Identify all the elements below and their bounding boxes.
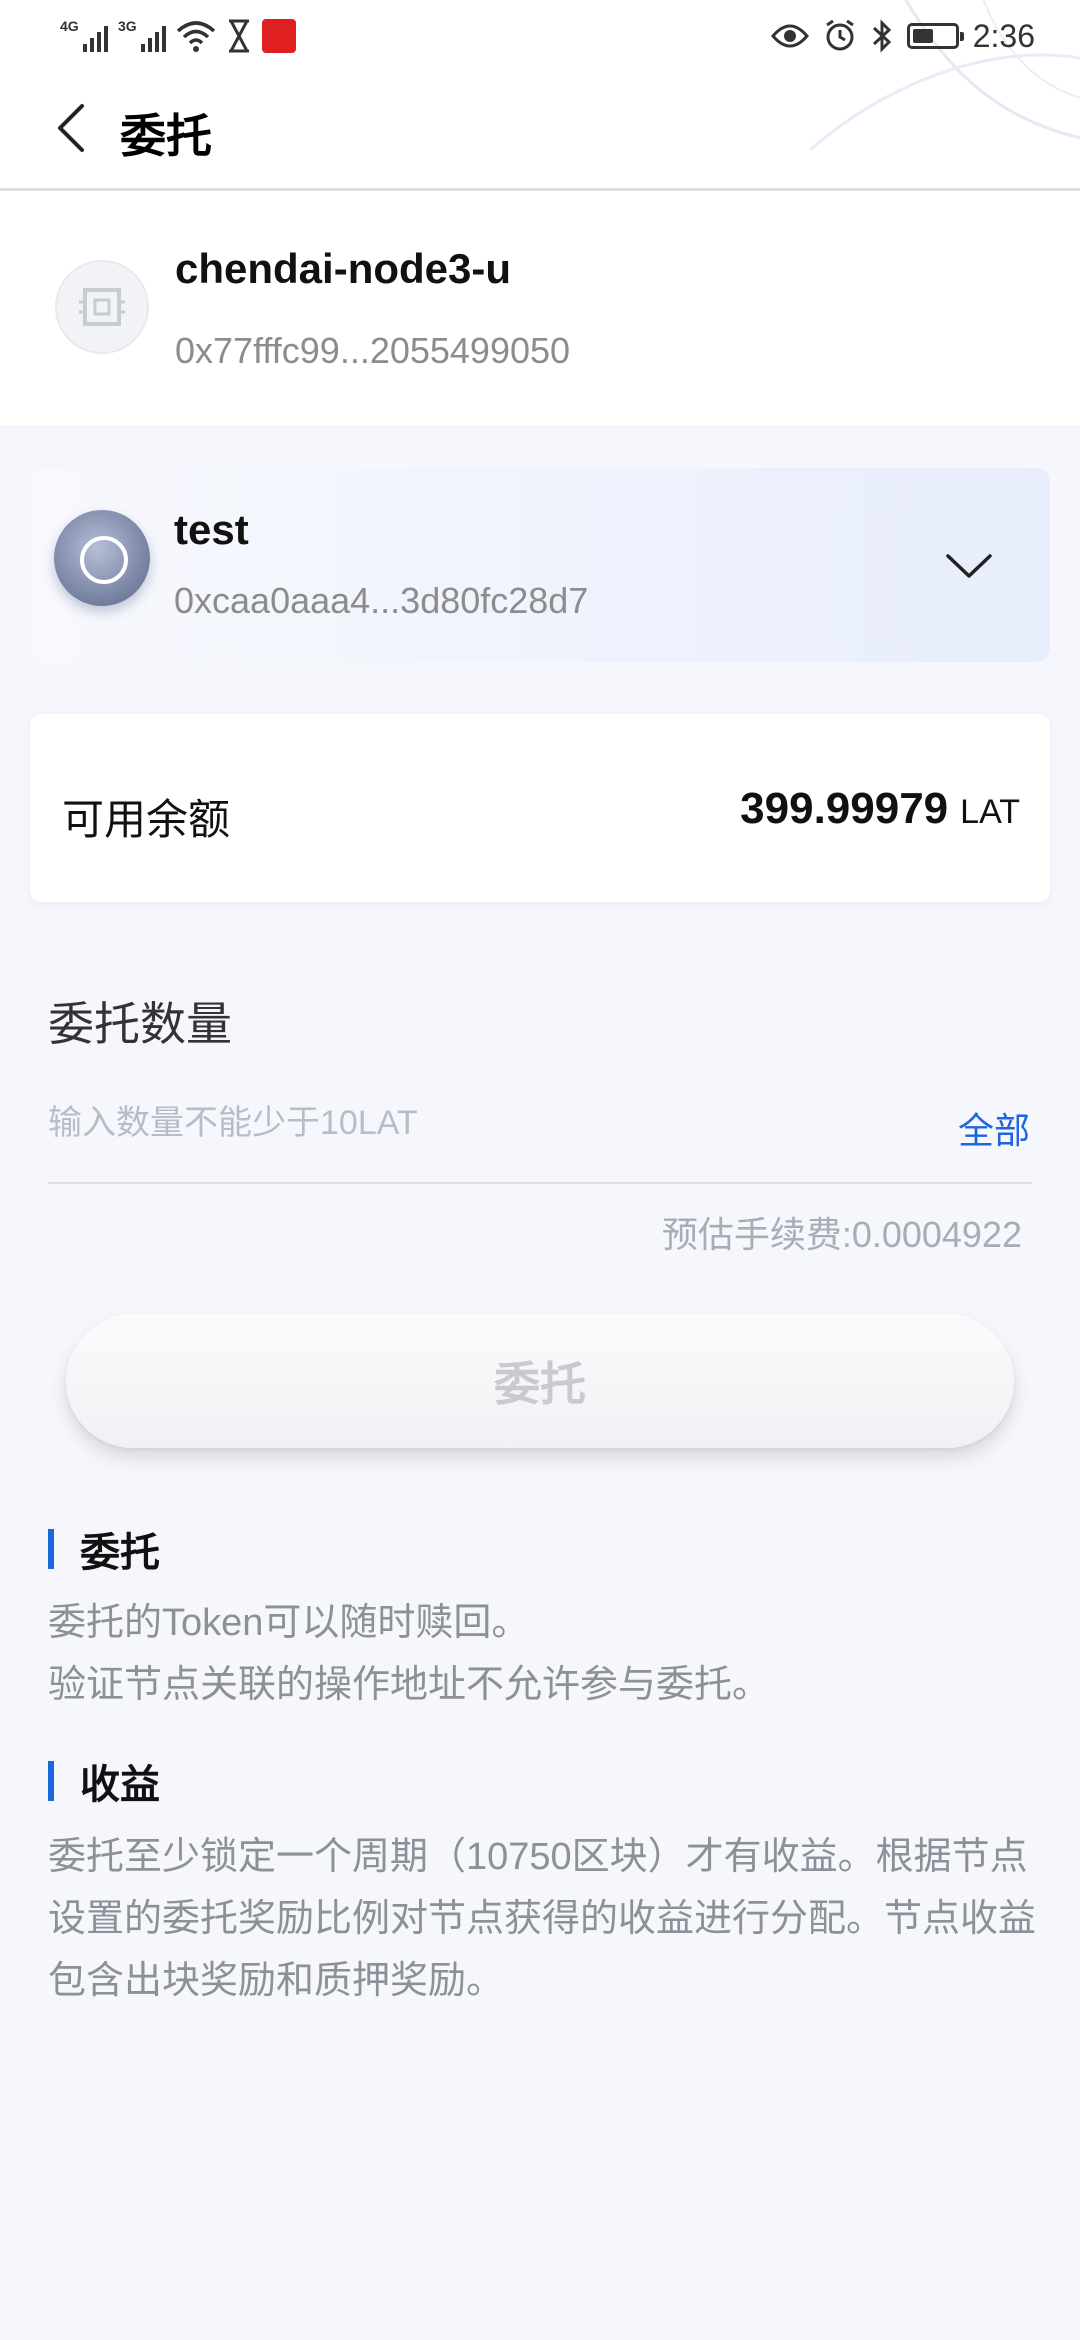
note-heading-delegate: 委托 <box>48 1520 160 1578</box>
app-badge-icon <box>262 19 296 53</box>
note-title: 收益 <box>80 1763 160 1807</box>
balance-value: 399.99979 LAT <box>740 784 1020 834</box>
network-type-label: 3G <box>118 18 137 34</box>
note-line: 委托的Token可以随时赎回。 <box>48 1602 530 1644</box>
battery-icon <box>906 23 964 49</box>
note-accent-bar <box>48 1761 54 1801</box>
input-underline <box>48 1182 1032 1184</box>
bluetooth-icon <box>872 19 891 53</box>
status-right: 2:36 <box>770 14 1035 58</box>
status-time: 2:36 <box>972 17 1035 54</box>
note-accent-bar <box>48 1529 54 1569</box>
note-text-reward: 委托至少锁定一个周期（10750区块）才有收益。根据节点设置的委托奖励比例对节点… <box>48 1836 1037 2002</box>
balance-card: 可用余额 399.99979 LAT <box>30 714 1050 902</box>
node-name: chendai-node3-u <box>175 245 512 292</box>
balance-amount: 399.99979 <box>740 784 949 833</box>
status-left: 4G 3G <box>60 14 296 58</box>
eye-icon <box>770 24 809 48</box>
note-text-delegate: 委托的Token可以随时赎回。 验证节点关联的操作地址不允许参与委托。 <box>48 1592 1038 1716</box>
balance-unit: LAT <box>960 793 1020 831</box>
note-line: 验证节点关联的操作地址不允许参与委托。 <box>48 1664 771 1706</box>
alarm-icon <box>825 19 854 51</box>
delegate-page: 4G 3G 2:36 委托 chendai-node3-u 0x77fffc99… <box>0 0 1080 2340</box>
hourglass-icon <box>229 19 249 53</box>
header-divider <box>0 188 1080 191</box>
delegate-button[interactable]: 委托 <box>66 1314 1014 1448</box>
note-title: 委托 <box>80 1531 160 1575</box>
wallet-address: 0xcaa0aaa4...3d80fc28d7 <box>174 580 589 621</box>
note-heading-reward: 收益 <box>48 1752 160 1810</box>
all-amount-button[interactable]: 全部 <box>958 1102 1030 1154</box>
balance-label: 可用余额 <box>62 796 231 843</box>
signal-4g-icon: 4G <box>60 18 108 54</box>
estimated-fee: 预估手续费:0.0004922 <box>661 1214 1022 1255</box>
wifi-icon <box>176 21 216 52</box>
network-type-label: 4G <box>60 18 79 34</box>
nav-bar: 委托 <box>0 72 1080 190</box>
wallet-selector[interactable]: test 0xcaa0aaa4...3d80fc28d7 <box>32 468 1050 662</box>
node-address: 0x77fffc99...2055499050 <box>175 330 571 371</box>
wallet-avatar <box>54 510 150 606</box>
back-button[interactable] <box>52 98 92 158</box>
node-avatar-icon <box>55 260 149 354</box>
chevron-down-icon[interactable] <box>944 550 994 580</box>
page-title: 委托 <box>120 110 212 162</box>
amount-input[interactable] <box>48 1088 928 1158</box>
wallet-name: test <box>174 506 249 553</box>
amount-label: 委托数量 <box>48 998 232 1050</box>
signal-3g-icon: 3G <box>118 18 166 54</box>
status-bar: 4G 3G 2:36 <box>0 0 1080 72</box>
